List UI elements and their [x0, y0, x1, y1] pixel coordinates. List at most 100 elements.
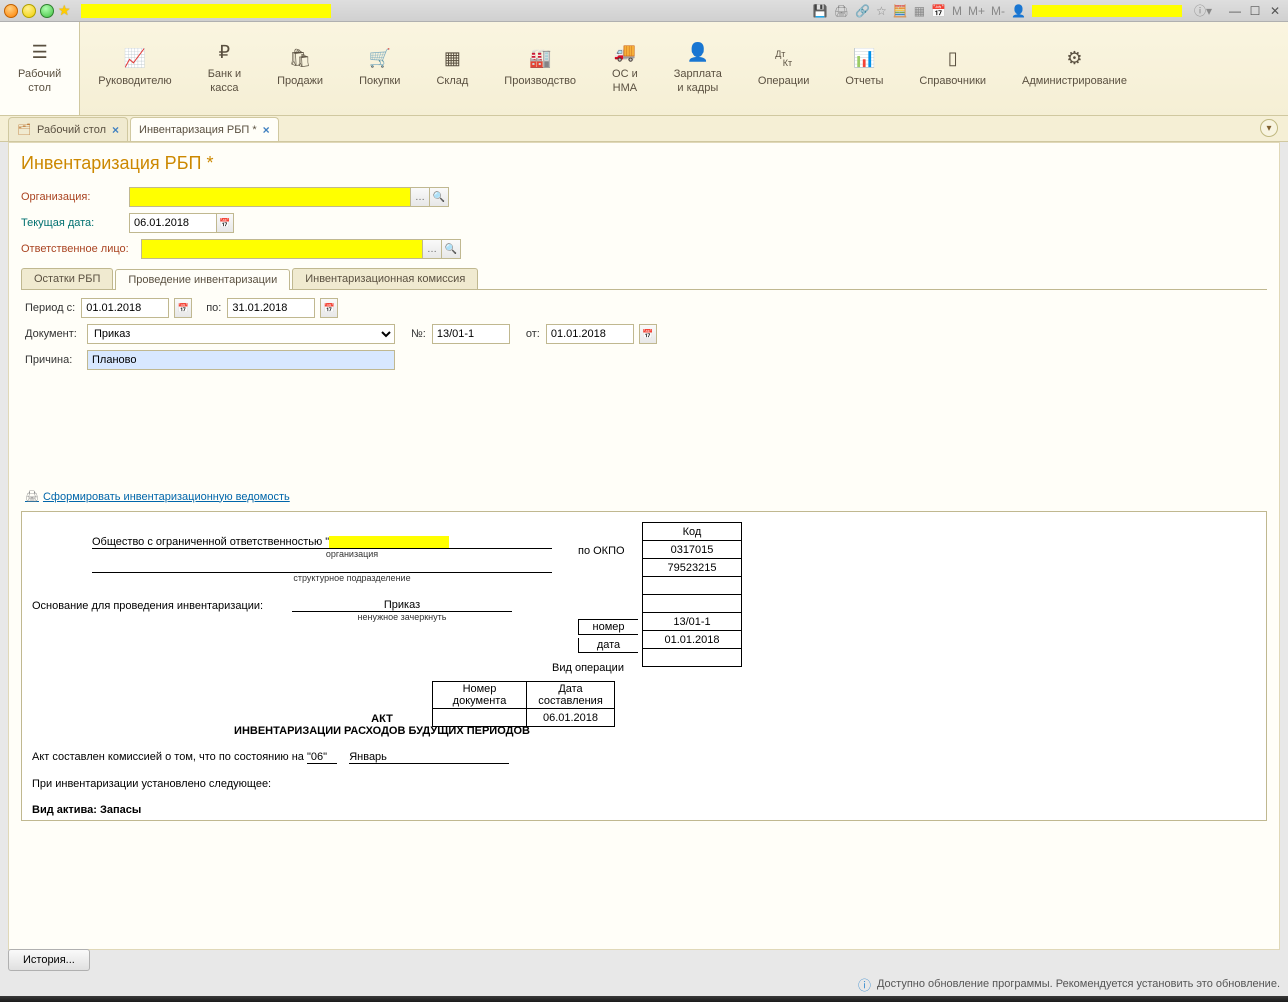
- tb-assets[interactable]: 🚚ОС и НМА: [594, 22, 656, 115]
- from-date-cal[interactable]: 📅: [639, 324, 657, 344]
- period-to-cal[interactable]: 📅: [320, 298, 338, 318]
- reason-input[interactable]: [87, 350, 395, 370]
- bag-icon: 🛍: [289, 49, 312, 69]
- status-message: Доступно обновление программы. Рекоменду…: [877, 978, 1280, 990]
- resp-input[interactable]: [141, 239, 423, 259]
- factory-icon: 🏭: [529, 49, 551, 69]
- org-label: Организация:: [21, 191, 129, 203]
- tb-desktop[interactable]: ☰Рабочий стол: [0, 22, 80, 115]
- subtab-commission[interactable]: Инвентаризационная комиссия: [292, 268, 478, 289]
- tab-desktop[interactable]: 🗂 Рабочий стол ×: [8, 117, 128, 141]
- period-to-input[interactable]: [227, 298, 315, 318]
- calc-icon[interactable]: 🧮: [893, 4, 908, 18]
- tb-purchases[interactable]: 🛒Покупки: [341, 22, 418, 115]
- form-report-link[interactable]: 🖨 Сформировать инвентаризационную ведомо…: [25, 490, 1267, 503]
- resp-ellipsis-button[interactable]: …: [422, 239, 442, 259]
- tb-manager[interactable]: 📈Руководителю: [80, 22, 189, 115]
- rpt-org-redact: [329, 536, 449, 548]
- resp-search-button[interactable]: 🔍: [441, 239, 461, 259]
- calendar-icon[interactable]: 📅: [931, 4, 946, 18]
- tb-production[interactable]: 🏭Производство: [486, 22, 594, 115]
- star2-icon[interactable]: ☆: [876, 4, 887, 18]
- title-redacted: [81, 4, 331, 18]
- history-button[interactable]: История...: [8, 949, 90, 971]
- desktop-tab-icon: 🗂: [17, 123, 31, 136]
- period-to-label: по:: [206, 302, 221, 314]
- rpt-line1-day: "06": [307, 751, 337, 764]
- user-redacted: [1032, 5, 1182, 17]
- m-icon[interactable]: M: [952, 4, 962, 18]
- print-icon[interactable]: 🖨: [834, 4, 849, 18]
- bottom-bar: История...: [8, 948, 1280, 972]
- reason-label: Причина:: [25, 354, 81, 366]
- status-bar: ⓘ Доступно обновление программы. Рекомен…: [8, 974, 1280, 994]
- from-label: от:: [526, 328, 540, 340]
- save-icon[interactable]: 💾: [813, 4, 828, 18]
- tabs-dropdown[interactable]: ▾: [1260, 119, 1278, 137]
- from-date-input[interactable]: [546, 324, 634, 344]
- app-icon: [4, 4, 18, 18]
- rpt-basis-label: Основание для проведения инвентаризации:: [32, 600, 292, 612]
- rpt-line1-month: Январь: [349, 751, 509, 764]
- close-button[interactable]: ✕: [1266, 4, 1284, 18]
- rpt-basis-value: Приказ: [292, 599, 512, 612]
- person-icon: 👤: [687, 42, 709, 62]
- grid-icon: ▦: [444, 49, 461, 69]
- tab-label: Инвентаризация РБП *: [139, 124, 257, 136]
- rpt-act1: АКТ: [32, 713, 732, 725]
- nav-back-icon[interactable]: [22, 4, 36, 18]
- subtab-balances[interactable]: Остатки РБП: [21, 268, 113, 289]
- org-search-button[interactable]: 🔍: [429, 187, 449, 207]
- rpt-optype-label: Вид операции: [552, 662, 624, 674]
- doc-label: Документ:: [25, 328, 81, 340]
- period-from-input[interactable]: [81, 298, 169, 318]
- truck-icon: 🚚: [614, 42, 636, 62]
- tab-label: Рабочий стол: [37, 124, 106, 136]
- tb-operations[interactable]: Дт КтОперации: [740, 22, 827, 115]
- report-preview: Общество с ограниченной ответственностью…: [21, 511, 1267, 821]
- titlebar: ★ 💾 🖨 🔗 ☆ 🧮 ▦ 📅 M M+ M- 👤 ⓘ▾ — ☐ ✕: [0, 0, 1288, 22]
- tb-bank[interactable]: ₽Банк и касса: [190, 22, 259, 115]
- tb-reports[interactable]: 📊Отчеты: [827, 22, 901, 115]
- tb-salary[interactable]: 👤Зарплата и кадры: [656, 22, 740, 115]
- org-ellipsis-button[interactable]: …: [410, 187, 430, 207]
- rpt-date-val: 01.01.2018: [643, 631, 742, 649]
- tb-warehouse[interactable]: ▦Склад: [418, 22, 486, 115]
- favorite-icon[interactable]: ★: [58, 2, 71, 19]
- ruble-icon: ₽: [219, 42, 230, 62]
- curdate-input[interactable]: [129, 213, 217, 233]
- dtkt-icon: Дт Кт: [775, 49, 792, 69]
- nav-fwd-icon[interactable]: [40, 4, 54, 18]
- mminus-icon[interactable]: M-: [991, 4, 1005, 18]
- resp-label: Ответственное лицо:: [21, 243, 141, 255]
- tb-catalogs[interactable]: ▯Справочники: [901, 22, 1004, 115]
- link-icon[interactable]: 🔗: [855, 4, 870, 18]
- tab-close-icon[interactable]: ×: [112, 123, 119, 137]
- tabs-bar: 🗂 Рабочий стол × Инвентаризация РБП * × …: [0, 116, 1288, 142]
- rpt-num-label: номер: [578, 619, 638, 635]
- doc-select[interactable]: Приказ: [87, 324, 395, 344]
- period-label: Период с:: [25, 302, 75, 314]
- minimize-button[interactable]: —: [1226, 4, 1244, 18]
- period-from-cal[interactable]: 📅: [174, 298, 192, 318]
- tab-pane: Период с: 📅 по: 📅 Документ: Приказ №: от…: [21, 290, 1267, 490]
- user-icon[interactable]: 👤: [1011, 4, 1026, 18]
- subtab-inventory[interactable]: Проведение инвентаризации: [115, 269, 290, 290]
- num-input[interactable]: [432, 324, 510, 344]
- book-icon: ▯: [948, 49, 958, 69]
- tab-close-icon[interactable]: ×: [263, 123, 270, 137]
- maximize-button[interactable]: ☐: [1246, 4, 1264, 18]
- curdate-cal-button[interactable]: 📅: [216, 213, 234, 233]
- rpt-docdate-hdr: Дата составления: [527, 682, 615, 709]
- org-input[interactable]: [129, 187, 411, 207]
- mplus-icon[interactable]: M+: [968, 4, 985, 18]
- tab-inventory[interactable]: Инвентаризация РБП * ×: [130, 117, 279, 141]
- info-icon[interactable]: ⓘ▾: [1194, 2, 1212, 19]
- sub-tabs: Остатки РБП Проведение инвентаризации Ин…: [21, 268, 1267, 290]
- rpt-line1a: Акт составлен комиссией о том, что по со…: [32, 751, 307, 763]
- tb-sales[interactable]: 🛍Продажи: [259, 22, 341, 115]
- tb-admin[interactable]: ⚙Администрирование: [1004, 22, 1145, 115]
- report-scroll[interactable]: Общество с ограниченной ответственностью…: [22, 512, 1266, 820]
- rpt-code-val: 0317015: [643, 541, 742, 559]
- grid-icon[interactable]: ▦: [914, 4, 925, 18]
